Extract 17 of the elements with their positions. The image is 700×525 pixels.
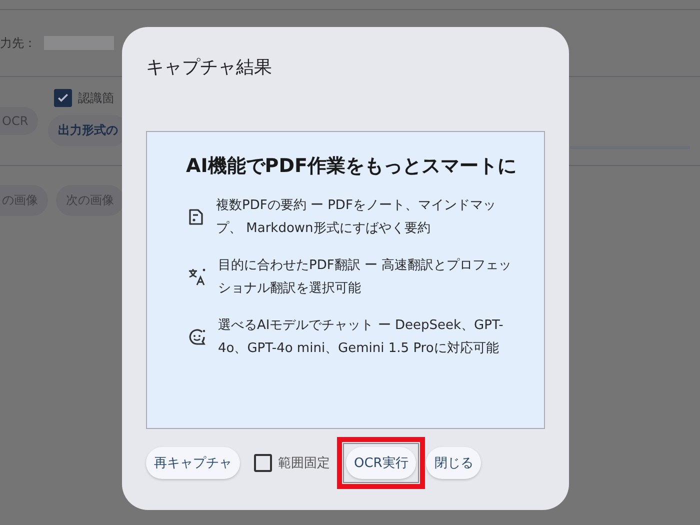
check-icon bbox=[56, 91, 70, 105]
feature-text: 複数PDFの要約 ー PDFをノート、マインドマップ、 Markdown形式にすばやく要約 bbox=[216, 197, 497, 238]
feature-text: 選べるAIモデルでチャット ー DeepSeek、GPT-4o、GPT-4o mini、Gemini 1.5 Proに対応可能 bbox=[218, 317, 504, 358]
document-icon bbox=[188, 208, 204, 226]
output-label: 力先： bbox=[0, 34, 36, 52]
chat-icon bbox=[188, 328, 206, 346]
dialog-button[interactable]: 閉じる bbox=[426, 447, 482, 479]
dialog-button[interactable]: 再キャプチャ bbox=[146, 447, 240, 479]
dialog-title: キャプチャ結果 bbox=[146, 56, 273, 80]
checkbox[interactable] bbox=[54, 89, 72, 107]
translate-icon bbox=[188, 268, 206, 286]
dialog-button[interactable]: OCR実行 bbox=[346, 447, 416, 479]
feature-text: 目的に合わせたPDF翻訳 ー 高速翻訳とプロフェッショナル翻訳を選択可能 bbox=[218, 257, 513, 298]
checkbox-label: 認識箇 bbox=[78, 90, 114, 106]
checkbox[interactable] bbox=[254, 454, 272, 472]
checkbox-label: 範囲固定 bbox=[278, 455, 330, 472]
preview-heading: AI機能でPDF作業をもっとスマートに bbox=[186, 154, 518, 179]
